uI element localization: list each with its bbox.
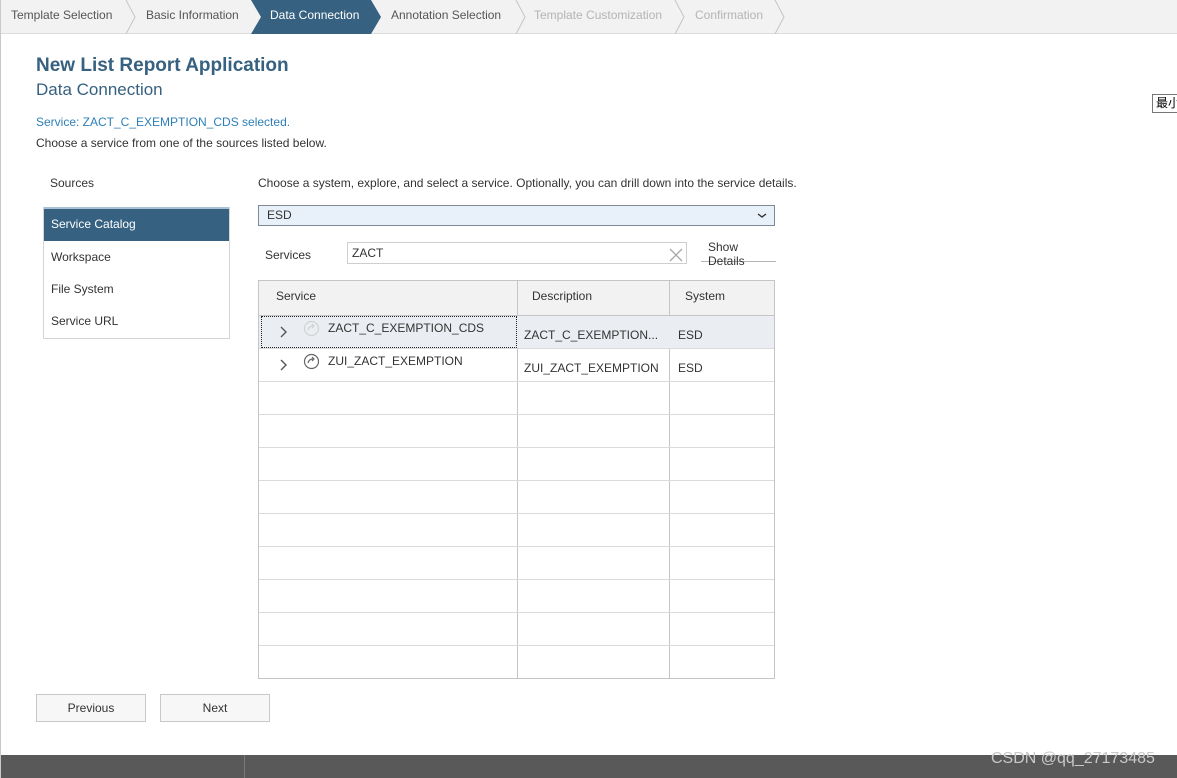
service-system: ESD [678, 361, 703, 375]
empty-table-row [259, 646, 774, 679]
source-instruction: Choose a service from one of the sources… [36, 136, 327, 150]
page-subtitle: Data Connection [36, 80, 163, 99]
step-data-connection[interactable]: Data Connection [251, 0, 381, 34]
source-service-url[interactable]: Service URL [44, 305, 229, 337]
service-icon [303, 320, 320, 337]
minimize-button[interactable]: 最小 [1152, 94, 1177, 113]
step-basic-information[interactable]: Basic Information [136, 0, 250, 34]
step-template-selection[interactable]: Template Selection [1, 0, 125, 34]
source-workspace[interactable]: Workspace [44, 241, 229, 273]
empty-table-row [259, 448, 774, 481]
empty-table-row [259, 415, 774, 448]
chevron-right-icon[interactable] [279, 358, 289, 372]
system-select-value: ESD [267, 208, 292, 222]
sources-list: Service Catalog Workspace File System Se… [43, 207, 230, 339]
services-search-input[interactable] [347, 242, 687, 264]
step-confirmation: Confirmation [695, 8, 764, 22]
empty-table-row [259, 481, 774, 514]
column-header-service[interactable]: Service [261, 281, 316, 316]
service-system: ESD [678, 328, 703, 342]
selected-service-message: Service: ZACT_C_EXEMPTION_CDS selected. [36, 115, 291, 129]
table-row[interactable]: ZACT_C_EXEMPTION_CDS ZACT_C_EXEMPTION...… [259, 316, 774, 349]
services-label: Services [265, 248, 312, 262]
empty-table-row [259, 580, 774, 613]
source-service-catalog[interactable]: Service Catalog [44, 207, 229, 241]
clear-icon[interactable] [669, 248, 683, 262]
service-description: ZACT_C_EXEMPTION... [524, 328, 659, 342]
service-name: ZUI_ZACT_EXEMPTION [328, 354, 463, 368]
system-select[interactable]: ESD [258, 205, 775, 226]
step-annotation-selection[interactable]: Annotation Selection [381, 0, 515, 34]
services-table: Service Description System ZACT_C_EXEMPT… [258, 280, 775, 679]
column-header-system[interactable]: System [670, 281, 725, 316]
watermark: CSDN @qq_27173485 [991, 750, 1155, 767]
previous-button[interactable]: Previous [36, 694, 146, 722]
next-button[interactable]: Next [160, 694, 270, 722]
status-bar-divider [244, 755, 245, 778]
explore-instruction: Choose a system, explore, and select a s… [258, 176, 797, 190]
empty-table-row [259, 613, 774, 646]
table-row[interactable]: ZUI_ZACT_EXEMPTION ZUI_ZACT_EXEMPTION ES… [259, 349, 774, 382]
empty-table-row [259, 382, 774, 415]
step-template-customization: Template Customization [534, 8, 663, 22]
chevron-right-icon[interactable] [279, 325, 289, 339]
app-window: Template Selection Basic Information Dat… [0, 0, 1177, 778]
source-file-system[interactable]: File System [44, 273, 229, 305]
step-separator-icon [774, 0, 785, 34]
page-title: New List Report Application [36, 55, 289, 76]
empty-table-row [259, 547, 774, 580]
wizard-step-bar: Template Selection Basic Information Dat… [1, 0, 1177, 34]
chevron-down-icon [757, 213, 767, 218]
show-details-button[interactable]: Show Details [701, 240, 776, 268]
service-icon [303, 353, 320, 370]
empty-table-row [259, 514, 774, 547]
service-name: ZACT_C_EXEMPTION_CDS [328, 321, 485, 335]
column-header-description[interactable]: Description [517, 281, 592, 316]
sources-label: Sources [50, 176, 95, 190]
service-description: ZUI_ZACT_EXEMPTION [524, 361, 659, 375]
